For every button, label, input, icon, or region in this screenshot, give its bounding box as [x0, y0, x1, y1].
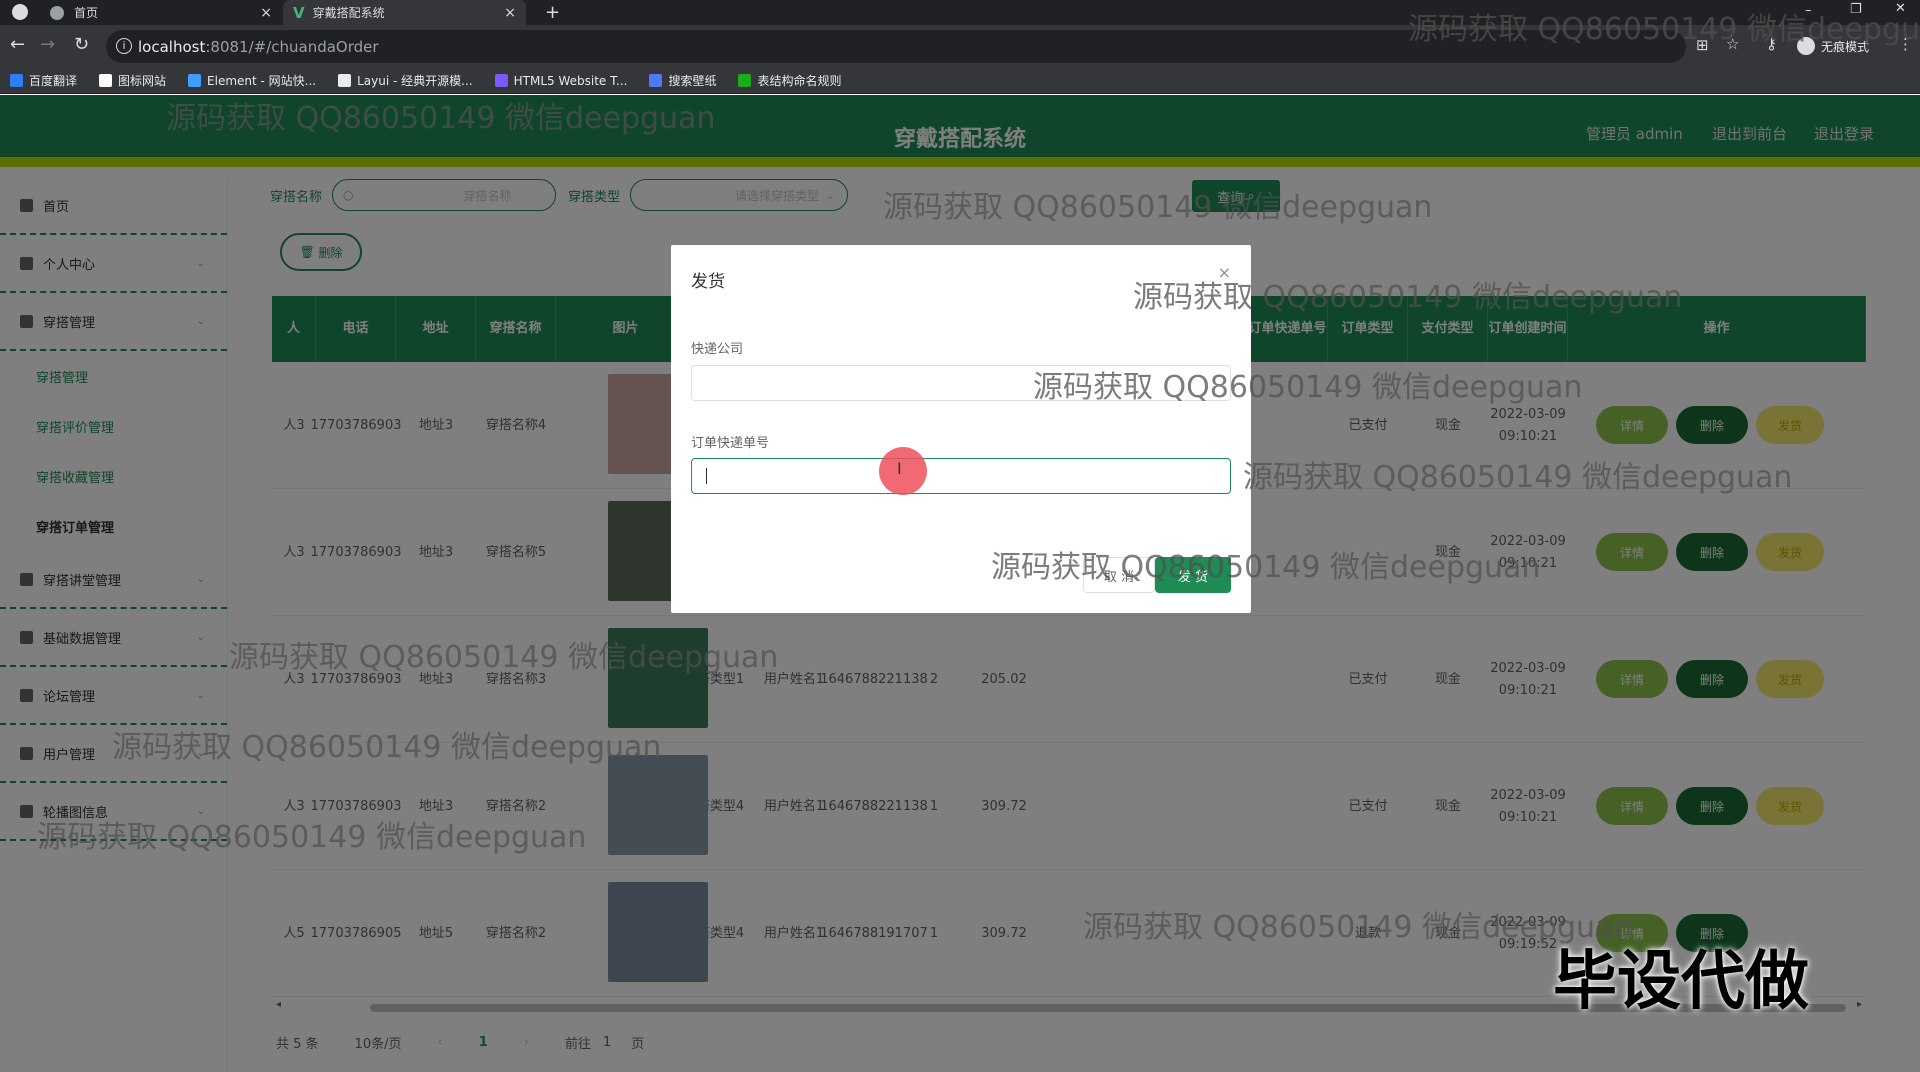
bookmark-item[interactable]: 图标网站 — [99, 72, 166, 89]
globe-icon — [50, 5, 64, 20]
bookmark-label: 图标网站 — [118, 74, 167, 88]
tracking-label: 订单快递单号 — [691, 436, 770, 451]
company-label: 快递公司 — [691, 342, 744, 357]
promo-overlay-text: 毕设代做 — [1553, 945, 1809, 1019]
bookmark-item[interactable]: 搜索壁纸 — [649, 72, 716, 89]
bookmark-label: Layui - 经典开源模... — [357, 74, 473, 88]
watermark: 源码获取 QQ86050149 微信deepguan — [1133, 280, 1683, 315]
watermark: 源码获取 QQ86050149 微信deepguan — [1408, 12, 1920, 47]
close-icon[interactable]: × — [260, 5, 272, 21]
bookmark-label: Element - 网站快... — [207, 74, 317, 88]
bookmark-item[interactable]: HTML5 Website T... — [494, 73, 628, 88]
watermark: 源码获取 QQ86050149 微信deepguan — [883, 190, 1433, 225]
tab-label: 首页 — [74, 6, 99, 20]
bookmark-icon — [649, 74, 663, 87]
url-host: localhost — [138, 37, 206, 56]
close-icon[interactable]: × — [504, 5, 516, 21]
watermark: 源码获取 QQ86050149 微信deepguan — [1243, 460, 1793, 495]
info-icon[interactable]: i — [116, 38, 132, 54]
url-path: :8081/#/chuandaOrder — [205, 37, 379, 56]
bookmark-icon — [338, 74, 352, 87]
forward-icon[interactable]: → — [40, 34, 55, 55]
tab-label: 穿戴搭配系统 — [312, 6, 385, 20]
watermark: 源码获取 QQ86050149 微信deepguan — [1033, 370, 1583, 405]
bookmark-icon — [10, 74, 23, 87]
back-icon[interactable]: ← — [10, 34, 25, 55]
bookmark-label: HTML5 Website T... — [513, 73, 628, 88]
watermark: 源码获取 QQ86050149 微信deepguan — [112, 730, 662, 765]
bookmark-item[interactable]: 百度翻译 — [10, 72, 77, 89]
watermark: 源码获取 QQ86050149 微信deepguan — [229, 640, 779, 675]
bookmark-item[interactable]: Layui - 经典开源模... — [338, 72, 473, 89]
bookmark-icon — [738, 74, 752, 87]
watermark: 源码获取 QQ86050149 微信deepguan — [991, 550, 1541, 585]
watermark: 源码获取 QQ86050149 微信deepguan — [37, 820, 587, 855]
bookmark-label: 搜索壁纸 — [668, 74, 717, 88]
watermark: 源码获取 QQ86050149 微信deepguan — [1083, 910, 1633, 945]
bookmarks-bar: 百度翻译 图标网站 Element - 网站快... Layui - 经典开源模...… — [0, 68, 1920, 94]
bookmark-icon — [99, 74, 113, 87]
bookmark-item[interactable]: Element - 网站快... — [188, 72, 316, 89]
tab-home[interactable]: 首页 × — [40, 0, 282, 25]
bookmark-icon — [494, 74, 508, 87]
bookmark-label: 表结构命名规则 — [757, 74, 842, 88]
bookmark-label: 百度翻译 — [29, 74, 78, 88]
text-caret — [706, 468, 707, 484]
text-cursor-icon: I — [897, 459, 902, 478]
watermark: 源码获取 QQ86050149 微信deepguan — [166, 101, 716, 136]
chrome-icon[interactable] — [12, 4, 28, 20]
tracking-input[interactable] — [691, 458, 1231, 494]
bookmark-icon — [188, 74, 202, 87]
reload-icon[interactable]: ↻ — [74, 34, 89, 55]
tab-active[interactable]: V 穿戴搭配系统 × — [283, 0, 526, 25]
bookmark-item[interactable]: 表结构命名规则 — [738, 72, 841, 89]
dialog-title: 发货 — [691, 272, 725, 292]
vue-logo-icon: V — [293, 3, 305, 22]
mouse-cursor-indicator: I — [879, 447, 927, 495]
new-tab-button[interactable]: + — [535, 0, 560, 25]
